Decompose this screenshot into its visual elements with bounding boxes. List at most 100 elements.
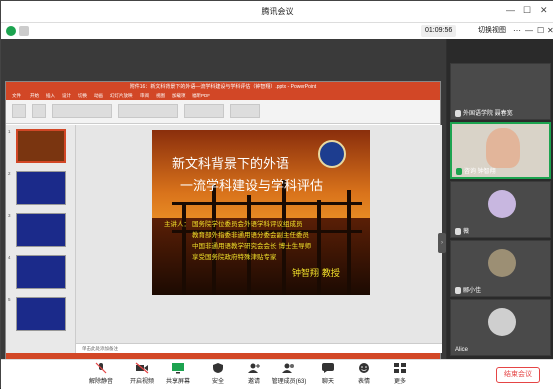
meeting-status-bar: 01:09:56 切换视图 ⋯ — ☐ ✕	[1, 23, 553, 39]
window-title: 腾讯会议	[261, 7, 294, 16]
members-icon	[282, 363, 294, 373]
speaker-title: 国务院学位委员会外语学科评议组成员	[192, 220, 303, 228]
participant-tile[interactable]: 外国语学院 聂春宽	[450, 63, 551, 120]
university-emblem-icon	[318, 140, 346, 168]
ppt-tab[interactable]: 开始	[30, 93, 39, 99]
bar-close-button[interactable]: ✕	[547, 25, 553, 37]
speaker-title: 中国非通用语教学研究会会长 博士生导师	[192, 242, 312, 250]
unmute-button[interactable]: 解除静音	[81, 362, 121, 385]
avatar	[488, 308, 516, 336]
ppt-tab[interactable]: 动画	[94, 93, 103, 99]
unmute-label: 解除静音	[88, 379, 113, 385]
slide-thumbnails: 1 2 3 4 5	[6, 125, 76, 353]
info-icon[interactable]	[6, 26, 16, 36]
invite-label: 邀请	[247, 379, 260, 385]
switch-view-button[interactable]: 切换视图	[478, 25, 506, 37]
participant-tile[interactable]: 咨询 钟智翔	[450, 122, 551, 179]
new-slide-icon[interactable]	[32, 104, 46, 118]
shield-icon	[213, 363, 223, 373]
slide-canvas: 新文科背景下的外语 一流学科建设与学科评估 主讲人： 国务院学位委员会外语学科评…	[76, 125, 442, 343]
ppt-ribbon-tabs: 文件 开始 插入 设计 切换 动画 幻灯片放映 审阅 视图 加载项 福昕PDF	[6, 92, 440, 100]
speaker-name: 钟智翔 教授	[292, 269, 340, 279]
close-button[interactable]: ✕	[540, 5, 548, 16]
slide-thumbnail[interactable]	[16, 213, 66, 247]
ppt-tab[interactable]: 设计	[62, 93, 71, 99]
scaffold-beam	[172, 202, 362, 205]
collapse-panel-handle[interactable]: ›	[438, 233, 446, 253]
paste-icon[interactable]	[12, 104, 26, 118]
ppt-tab[interactable]: 切换	[78, 93, 87, 99]
ppt-tab[interactable]: 福昕PDF	[192, 93, 210, 99]
paragraph-group[interactable]	[118, 104, 178, 118]
current-slide[interactable]: 新文科背景下的外语 一流学科建设与学科评估 主讲人： 国务院学位委员会外语学科评…	[152, 130, 370, 295]
participant-name: 咨询 钟智翔	[456, 166, 496, 175]
more-label: 更多	[393, 379, 406, 385]
thumb-number: 2	[8, 171, 11, 176]
more-options-button[interactable]: ⋯	[513, 25, 521, 37]
thumb-number: 3	[8, 213, 11, 218]
mic-icon	[455, 227, 461, 235]
ppt-tab[interactable]: 视图	[156, 93, 165, 99]
end-meeting-button[interactable]: 结束会议	[496, 367, 540, 383]
ppt-tab[interactable]: 审阅	[140, 93, 149, 99]
start-video-label: 开启视频	[129, 379, 154, 385]
drawing-group[interactable]	[184, 104, 224, 118]
more-icon	[394, 363, 406, 373]
participant-name: 外国语学院 聂春宽	[455, 108, 513, 117]
chat-icon	[322, 363, 334, 373]
participant-panel: 外国语学院 聂春宽 咨询 钟智翔 薇 郦小佳 Alice	[447, 39, 553, 359]
meeting-window: 腾讯会议 — ☐ ✕ 01:09:56 切换视图 ⋯ — ☐ ✕ 附件16：新文…	[0, 0, 553, 389]
manage-members-label: 管理成员(63)	[271, 379, 307, 385]
ppt-tab[interactable]: 插入	[46, 93, 55, 99]
signal-icon	[19, 26, 29, 36]
scaffold-post	[347, 190, 351, 295]
more-button[interactable]: 更多	[380, 362, 420, 385]
slide-thumbnail[interactable]	[16, 297, 66, 331]
notes-pane[interactable]: 单击此处添加备注	[76, 343, 442, 353]
slide-thumbnail[interactable]	[16, 171, 66, 205]
mic-icon	[455, 286, 461, 294]
mic-icon	[456, 167, 462, 175]
title-bar: 腾讯会议 — ☐ ✕	[1, 1, 553, 23]
participant-tile[interactable]: 薇	[450, 181, 551, 238]
editing-group[interactable]	[230, 104, 260, 118]
ppt-tab[interactable]: 幻灯片放映	[110, 93, 133, 99]
start-video-button[interactable]: 开启视频	[122, 362, 162, 385]
manage-members-button[interactable]: 管理成员(63)	[269, 362, 309, 385]
powerpoint-window: 附件16：新文科背景下的外语—流学科建设与学科评估（钟智翔）.pptx - Po…	[5, 81, 442, 363]
thumb-number: 1	[8, 129, 11, 134]
ppt-title-bar: 附件16：新文科背景下的外语—流学科建设与学科评估（钟智翔）.pptx - Po…	[6, 82, 440, 92]
slide-title-line1: 新文科背景下的外语	[172, 157, 290, 172]
share-screen-button[interactable]: 共享屏幕	[158, 362, 198, 385]
participant-name: 薇	[455, 226, 469, 235]
participant-name: 郦小佳	[455, 285, 481, 294]
bar-maximize-button[interactable]: ☐	[537, 25, 544, 37]
bar-minimize-button[interactable]: —	[525, 25, 533, 37]
participant-tile[interactable]: 郦小佳	[450, 240, 551, 297]
speaker-video	[486, 128, 520, 168]
emoji-label: 表情	[357, 379, 370, 385]
chat-label: 聊天	[321, 379, 334, 385]
participant-tile[interactable]: Alice	[450, 299, 551, 356]
invite-button[interactable]: 邀请	[234, 362, 274, 385]
minimize-button[interactable]: —	[506, 5, 515, 15]
speaker-title: 教育部外指委非通用语分委会副主任委员	[192, 231, 309, 239]
scaffold-post	[317, 200, 321, 295]
emoji-button[interactable]: 表情	[344, 362, 384, 385]
speaker-label: 主讲人：	[164, 220, 190, 228]
invite-icon	[248, 363, 260, 373]
slide-title-line2: 一流学科建设与学科评估	[180, 179, 324, 194]
thumb-number: 4	[8, 255, 11, 260]
maximize-button[interactable]: ☐	[523, 5, 531, 16]
share-screen-label: 共享屏幕	[165, 379, 190, 385]
ppt-tab[interactable]: 加载项	[172, 93, 186, 99]
security-button[interactable]: 安全	[198, 362, 238, 385]
screen-share-icon	[172, 363, 184, 374]
chat-button[interactable]: 聊天	[308, 362, 348, 385]
speaker-title: 享受国务院政府特殊津贴专家	[192, 253, 277, 261]
slide-thumbnail[interactable]	[16, 129, 66, 163]
avatar	[488, 249, 516, 277]
ppt-tab[interactable]: 文件	[12, 93, 21, 99]
slide-thumbnail[interactable]	[16, 255, 66, 289]
font-group[interactable]	[52, 104, 112, 118]
